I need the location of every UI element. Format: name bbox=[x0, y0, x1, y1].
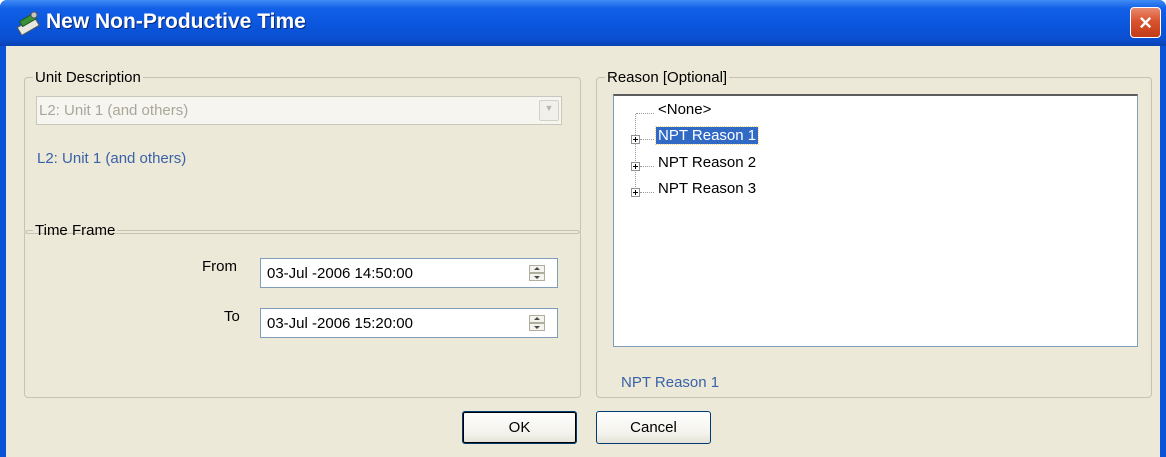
tree-connector bbox=[640, 166, 654, 167]
ok-button[interactable]: OK bbox=[462, 411, 577, 444]
tree-connector bbox=[635, 114, 636, 189]
tree-item-none[interactable]: <None> bbox=[658, 101, 711, 118]
tree-item-npt-reason-1[interactable]: NPT Reason 1 bbox=[654, 126, 760, 145]
reason-tree[interactable]: <None> NPT Reason 1 NPT Reason 2 NPT Rea… bbox=[613, 94, 1138, 347]
expand-icon[interactable] bbox=[631, 135, 640, 144]
spin-up-icon[interactable] bbox=[529, 315, 545, 323]
tree-item-npt-reason-3[interactable]: NPT Reason 3 bbox=[658, 180, 756, 197]
unit-combo[interactable]: L2: Unit 1 (and others) ▼ bbox=[36, 96, 562, 125]
unit-description-legend: Unit Description bbox=[35, 69, 141, 86]
window-title: New Non-Productive Time bbox=[46, 10, 306, 33]
to-spinner[interactable] bbox=[529, 315, 547, 332]
unit-selected-text: L2: Unit 1 (and others) bbox=[37, 150, 187, 167]
dialog-client: Unit Description L2: Unit 1 (and others)… bbox=[6, 46, 1160, 457]
close-button[interactable]: × bbox=[1130, 7, 1161, 38]
spin-up-icon[interactable] bbox=[529, 265, 545, 273]
expand-icon[interactable] bbox=[631, 188, 640, 197]
from-spinner[interactable] bbox=[529, 265, 547, 282]
from-datetime-field[interactable]: 03-Jul -2006 14:50:00 bbox=[260, 258, 558, 288]
spin-down-icon[interactable] bbox=[529, 273, 545, 281]
chevron-down-icon: ▼ bbox=[544, 103, 554, 113]
time-frame-legend: Time Frame bbox=[35, 222, 116, 239]
app-icon bbox=[16, 11, 40, 35]
from-label: From bbox=[202, 258, 237, 275]
to-label: To bbox=[224, 308, 240, 325]
expand-icon[interactable] bbox=[631, 162, 640, 171]
spin-down-icon[interactable] bbox=[529, 323, 545, 331]
dialog-window: New Non-Productive Time × Unit Descripti… bbox=[0, 0, 1166, 457]
tree-connector bbox=[640, 192, 654, 193]
tree-item-npt-reason-2[interactable]: NPT Reason 2 bbox=[658, 154, 756, 171]
tree-connector bbox=[640, 139, 654, 140]
combo-dropdown-button[interactable]: ▼ bbox=[539, 100, 559, 121]
unit-combo-value: L2: Unit 1 (and others) bbox=[39, 102, 189, 119]
tree-connector bbox=[636, 113, 654, 114]
reason-selected-text: NPT Reason 1 bbox=[621, 374, 720, 391]
cancel-button[interactable]: Cancel bbox=[596, 411, 711, 444]
to-datetime-field[interactable]: 03-Jul -2006 15:20:00 bbox=[260, 308, 558, 338]
from-datetime-value: 03-Jul -2006 14:50:00 bbox=[267, 265, 413, 282]
to-datetime-value: 03-Jul -2006 15:20:00 bbox=[267, 315, 413, 332]
title-bar[interactable]: New Non-Productive Time × bbox=[0, 0, 1166, 46]
close-icon: × bbox=[1139, 10, 1152, 35]
reason-legend: Reason [Optional] bbox=[607, 69, 728, 86]
